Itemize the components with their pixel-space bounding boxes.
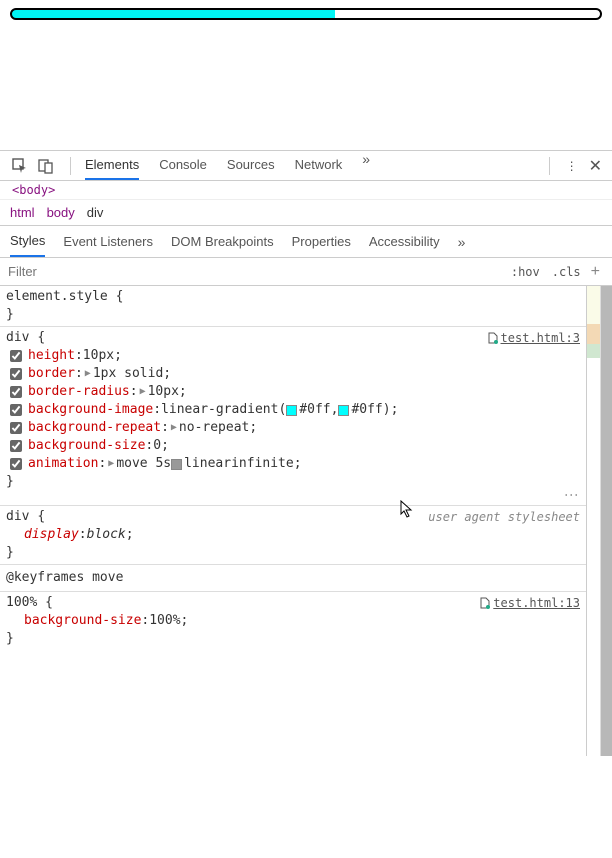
settings-kebab-icon[interactable]: ⋮ [566, 159, 577, 173]
dom-tree-line[interactable]: <body> [0, 181, 612, 199]
new-style-rule-icon[interactable]: + [587, 263, 604, 281]
subtab-properties[interactable]: Properties [292, 227, 351, 256]
hov-toggle[interactable]: :hov [505, 265, 546, 279]
rule-more-actions-icon[interactable]: ⋮ [562, 488, 580, 501]
breadcrumb-body[interactable]: body [47, 205, 75, 220]
expand-shorthand-icon[interactable]: ▶ [85, 365, 91, 383]
tab-sources[interactable]: Sources [227, 151, 275, 180]
tab-network[interactable]: Network [295, 151, 343, 180]
prop-toggle[interactable] [10, 458, 22, 470]
prop-toggle[interactable] [10, 404, 22, 416]
scrollbar[interactable] [600, 286, 612, 756]
scrollbar-thumb[interactable] [601, 286, 612, 756]
tab-elements[interactable]: Elements [85, 151, 139, 180]
subtab-event-listeners[interactable]: Event Listeners [63, 227, 153, 256]
source-link[interactable]: test.html:13 [479, 594, 580, 612]
separator [549, 157, 550, 175]
cls-toggle[interactable]: .cls [546, 265, 587, 279]
color-swatch-icon[interactable] [338, 405, 349, 416]
progress-bar-element[interactable] [10, 8, 602, 20]
breadcrumb-div[interactable]: div [87, 205, 104, 220]
devtools-panel: Elements Console Sources Network » ⋮ ✕ <… [0, 150, 612, 756]
more-tabs-chevron-icon[interactable]: » [362, 151, 370, 180]
div-rule[interactable]: test.html:3 div { height: 10px; border:▶… [0, 327, 586, 506]
styles-pane: element.style { } test.html:3 div { heig… [0, 286, 586, 756]
element-style-rule[interactable]: element.style { } [0, 286, 586, 327]
tab-console[interactable]: Console [159, 151, 207, 180]
styles-subpanel-tabs: Styles Event Listeners DOM Breakpoints P… [0, 226, 612, 258]
rendered-page-preview [0, 0, 612, 150]
subtab-styles[interactable]: Styles [10, 226, 45, 257]
breadcrumb-html[interactable]: html [10, 205, 35, 220]
more-subtabs-chevron-icon[interactable]: » [458, 234, 466, 250]
color-swatch-icon[interactable] [286, 405, 297, 416]
file-icon [487, 332, 499, 344]
subtab-accessibility[interactable]: Accessibility [369, 227, 440, 256]
prop-toggle[interactable] [10, 368, 22, 380]
prop-toggle[interactable] [10, 440, 22, 452]
user-agent-rule[interactable]: user agent stylesheet div { display: blo… [0, 506, 586, 565]
separator [70, 157, 71, 175]
inspect-element-icon[interactable] [12, 158, 28, 174]
keyframes-heading[interactable]: @keyframes move [0, 565, 586, 592]
prop-toggle[interactable] [10, 386, 22, 398]
file-icon [479, 597, 491, 609]
breadcrumb: html body div [0, 199, 612, 226]
expand-shorthand-icon[interactable]: ▶ [108, 455, 114, 473]
filter-input[interactable] [8, 264, 505, 279]
minimap-gutter [586, 286, 600, 756]
close-devtools-icon[interactable]: ✕ [589, 156, 602, 176]
keyframe-100-rule[interactable]: test.html:13 100% { background-size: 100… [0, 592, 586, 650]
devtools-toolbar: Elements Console Sources Network » ⋮ ✕ [0, 151, 612, 181]
main-tab-bar: Elements Console Sources Network » [75, 151, 545, 180]
subtab-dom-breakpoints[interactable]: DOM Breakpoints [171, 227, 274, 256]
prop-toggle[interactable] [10, 350, 22, 362]
prop-toggle[interactable] [10, 422, 22, 434]
device-toggle-icon[interactable] [38, 158, 54, 174]
source-link[interactable]: test.html:3 [487, 329, 580, 347]
styles-filter-bar: :hov .cls + [0, 258, 612, 286]
expand-shorthand-icon[interactable]: ▶ [171, 419, 177, 437]
easing-swatch-icon[interactable] [171, 459, 182, 470]
user-agent-label: user agent stylesheet [428, 508, 580, 526]
expand-shorthand-icon[interactable]: ▶ [140, 383, 146, 401]
